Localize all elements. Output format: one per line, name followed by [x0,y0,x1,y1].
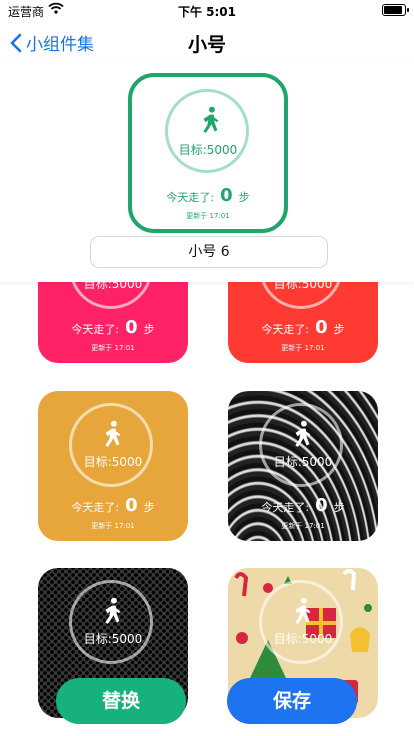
updated-label: 更新于 17:01 [91,344,135,352]
replace-button[interactable]: 替换 [56,678,186,724]
walking-person-icon [292,597,314,627]
battery-icon [382,4,409,16]
widget-name-field[interactable]: 小号 6 [90,236,328,268]
walking-person-icon [200,106,222,136]
updated-label: 更新于 17:01 [281,344,325,352]
goal-label: 目标:5000 [83,632,143,646]
goal-label: 目标:5000 [83,455,143,469]
goal-label: 目标:5000 [273,632,333,646]
goal-label: 目标:5000 [178,143,238,157]
goal-label: 目标:5000 [273,455,333,469]
updated-label: 更新于 17:01 [186,212,230,220]
steps-line: 今天走了: 0 步 [71,317,155,338]
walking-person-icon [102,420,124,450]
steps-line: 今天走了: 0 步 [166,185,250,206]
walking-person-icon [102,597,124,627]
updated-label: 更新于 17:01 [281,522,325,530]
save-button[interactable]: 保存 [227,678,357,724]
widget-style-wave-pattern[interactable]: 目标:5000 今天走了: 0 步 更新于 17:01 [228,391,378,541]
status-bar: 运营商 下午 5:01 [0,0,414,22]
status-time: 下午 5:01 [177,5,237,19]
steps-line: 今天走了: 0 步 [261,495,345,516]
updated-label: 更新于 17:01 [91,522,135,530]
steps-line: 今天走了: 0 步 [261,317,345,338]
chevron-left-icon [10,33,22,52]
back-button-label: 小组件集 [26,35,94,55]
preview-panel: 目标:5000 今天走了: 0 步 更新于 17:01 小号 6 [0,64,414,282]
widget-style-gold[interactable]: 目标:5000 今天走了: 0 步 更新于 17:01 [38,391,188,541]
walking-person-icon [292,420,314,450]
steps-line: 今天走了: 0 步 [71,495,155,516]
navigation-bar: 小组件集 小号 [0,22,414,64]
back-button[interactable]: 小组件集 [10,30,94,55]
widget-preview: 目标:5000 今天走了: 0 步 更新于 17:01 [128,73,288,233]
